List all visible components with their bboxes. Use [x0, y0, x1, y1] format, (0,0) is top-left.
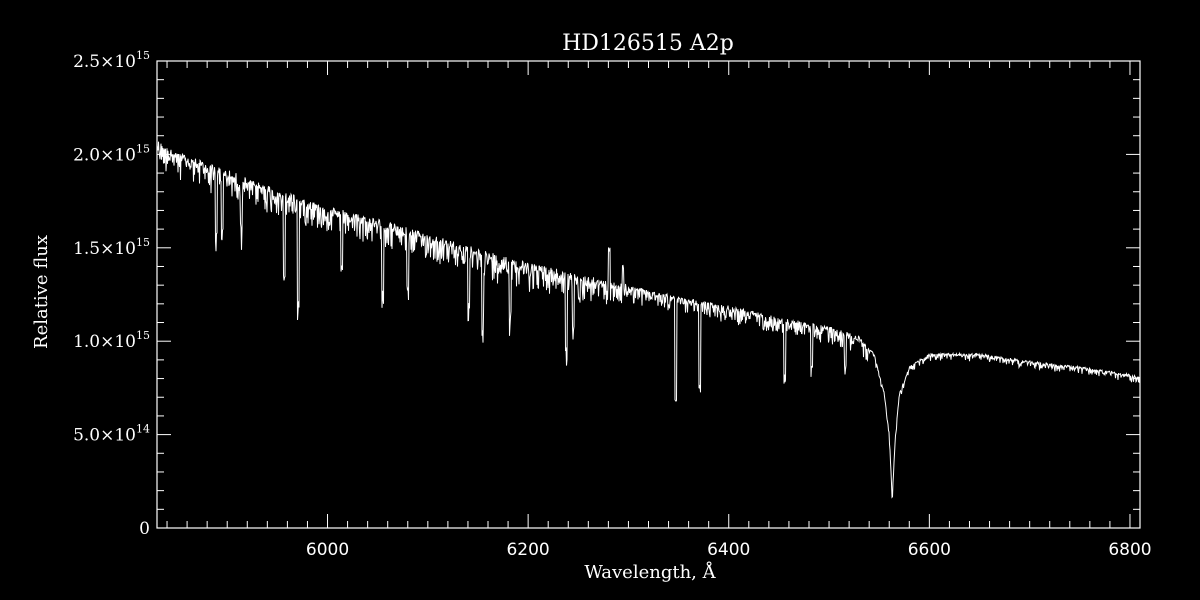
chart-title: HD126515 A2p: [562, 31, 734, 56]
y-tick-label: 0: [139, 519, 150, 539]
spectrum-series-line: [156, 141, 1141, 499]
x-tick-label: 6600: [908, 540, 951, 560]
y-tick-label: 2.0×1015: [73, 142, 150, 165]
y-axis-label: Relative flux: [31, 235, 52, 349]
x-tick-label: 6800: [1108, 540, 1151, 560]
axis-tick-labels: 6000 6200 6400 6600 6800 0 5.0×1014 1.0×1015 1.5…: [73, 49, 1152, 560]
y-tick-label: 5.0×1014: [73, 423, 150, 446]
x-axis-label: Wavelength, Å: [584, 561, 716, 583]
x-tick-label: 6000: [306, 540, 349, 560]
y-tick-label: 1.0×1015: [73, 329, 150, 352]
x-tick-label: 6400: [707, 540, 750, 560]
y-tick-label: 2.5×1015: [73, 49, 150, 72]
spectrum-chart: HD126515 A2p Relative flux Wavelength, Å…: [31, 31, 1152, 583]
x-tick-label: 6200: [506, 540, 549, 560]
y-tick-label: 1.5×1015: [73, 236, 150, 259]
